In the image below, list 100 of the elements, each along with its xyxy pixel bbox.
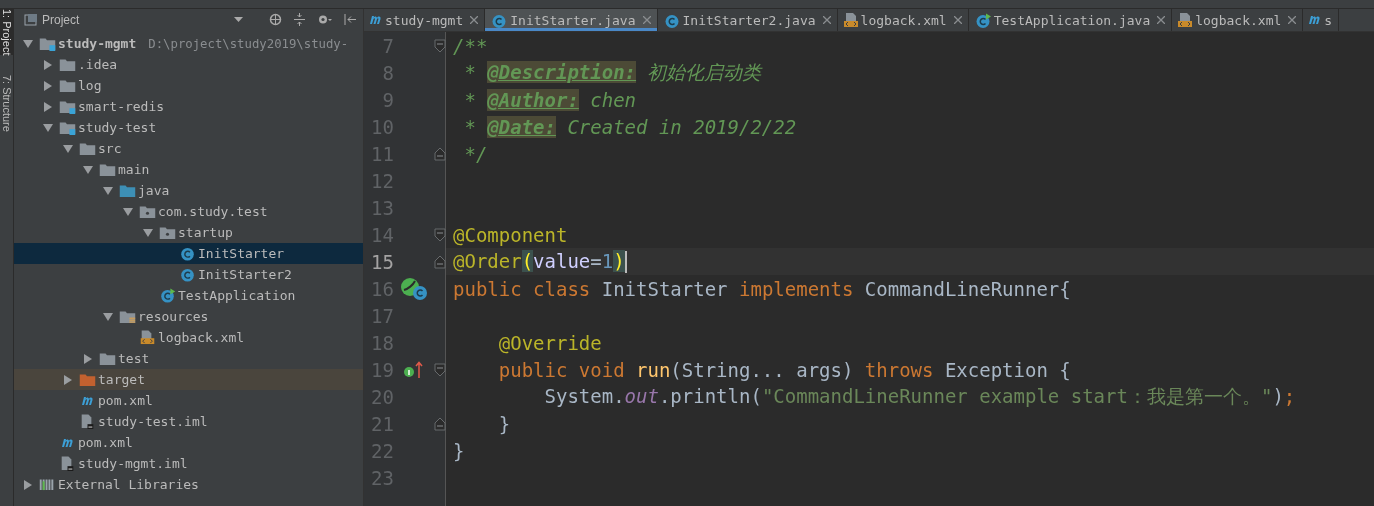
tree-item[interactable]: study-mgmt D:\project\study2019\study- <box>14 33 363 54</box>
tree-item[interactable]: test <box>14 348 363 369</box>
tree-item-label: test <box>118 351 150 366</box>
collapse-icon[interactable] <box>293 13 306 26</box>
editor-tab[interactable]: InitStarter.java <box>485 9 658 31</box>
tree-item[interactable]: startup <box>14 222 363 243</box>
editor-tab[interactable]: s <box>1303 9 1340 31</box>
editor-tab[interactable]: InitStarter2.java <box>657 9 838 31</box>
tree-item-label: TestApplication <box>178 288 296 303</box>
tree-item-label: study-test <box>78 120 157 135</box>
tree-item-label: main <box>118 162 150 177</box>
tree-item-label: java <box>138 183 170 198</box>
package-icon <box>158 225 176 240</box>
implements-marker-icon[interactable] <box>404 361 424 378</box>
class-icon <box>663 12 680 28</box>
folder-icon <box>78 141 96 156</box>
tree-item-label: com.study.test <box>158 204 268 219</box>
fold-icon[interactable] <box>434 227 446 242</box>
expanded-arrow-icon[interactable] <box>23 38 33 49</box>
close-icon[interactable] <box>470 16 479 24</box>
boot-class-icon <box>974 12 991 28</box>
source-folder-icon <box>118 183 136 198</box>
collapsed-arrow-icon[interactable] <box>43 101 53 112</box>
libraries-icon <box>38 477 56 492</box>
close-icon[interactable] <box>822 16 831 24</box>
collapsed-arrow-icon[interactable] <box>83 353 93 364</box>
close-icon[interactable] <box>1157 16 1166 24</box>
code-line: public class InitStarter implements CommandLineRunner{ <box>453 277 1071 300</box>
tool-window-tab[interactable]: 1: Project <box>0 9 13 56</box>
collapsed-arrow-icon[interactable] <box>63 374 73 385</box>
folder-icon <box>58 57 76 72</box>
tree-item[interactable]: pom.xml <box>14 390 363 411</box>
line-number: 15 <box>370 250 394 273</box>
folder-icon <box>98 162 116 177</box>
tree-item[interactable]: main <box>14 159 363 180</box>
hide-panel-icon[interactable] <box>344 13 356 26</box>
editor-tab[interactable]: logback.xml <box>1172 9 1304 31</box>
close-icon[interactable] <box>642 16 651 24</box>
expanded-arrow-icon[interactable] <box>63 143 73 154</box>
code-line: System.out.println("CommandLineRunner example start：我是第一个。"); <box>543 383 1296 409</box>
tree-item[interactable]: pom.xml <box>14 432 363 453</box>
tree-item[interactable]: com.study.test <box>14 201 363 222</box>
expanded-arrow-icon[interactable] <box>83 164 93 175</box>
tree-item[interactable]: log <box>14 75 363 96</box>
fold-icon[interactable] <box>434 146 446 161</box>
code-line: @Order(value=1) <box>453 249 627 274</box>
folder-icon <box>58 78 76 93</box>
close-icon[interactable] <box>1288 16 1297 24</box>
maven-icon <box>80 395 94 406</box>
tree-item[interactable]: InitStarter <box>14 243 363 264</box>
collapsed-arrow-icon[interactable] <box>43 80 53 91</box>
caret-icon[interactable] <box>234 17 243 22</box>
expanded-arrow-icon[interactable] <box>143 227 153 238</box>
tree-item[interactable]: TestApplication <box>14 285 363 306</box>
tree-item-label: log <box>78 78 102 93</box>
tree-item[interactable]: java <box>14 180 363 201</box>
code-line: /** <box>453 34 488 57</box>
maven-icon <box>1309 15 1322 25</box>
crosshair-icon[interactable] <box>269 13 282 26</box>
tree-item[interactable]: InitStarter2 <box>14 264 363 285</box>
fold-icon[interactable] <box>434 254 446 269</box>
expanded-arrow-icon[interactable] <box>103 311 113 322</box>
tree-item[interactable]: src <box>14 138 363 159</box>
editor-tab[interactable]: TestApplication.java <box>968 9 1173 31</box>
fold-icon[interactable] <box>434 416 446 431</box>
editor-tab[interactable]: logback.xml <box>837 9 969 31</box>
code-line: } <box>497 412 511 435</box>
tree-item[interactable]: .idea <box>14 54 363 75</box>
tree-item-label: pom.xml <box>98 393 153 408</box>
tool-window-tab[interactable]: 7: Structure <box>0 75 13 133</box>
tree-item[interactable]: study-test <box>14 117 363 138</box>
bean-class-icon[interactable] <box>400 276 428 301</box>
tree-item[interactable]: target <box>14 369 363 390</box>
expanded-arrow-icon[interactable] <box>43 122 53 133</box>
tree-item[interactable]: study-test.iml <box>14 411 363 432</box>
code-line: * @Author: chen <box>463 88 637 111</box>
tree-item[interactable]: External Libraries <box>14 474 363 495</box>
tree-item-label: startup <box>178 225 233 240</box>
collapsed-arrow-icon[interactable] <box>23 479 33 490</box>
tree-item[interactable]: smart-redis <box>14 96 363 117</box>
code-line: @Override <box>497 331 602 354</box>
collapsed-arrow-icon[interactable] <box>43 59 53 70</box>
code-line: public void run(String... args) throws Exception { <box>497 358 1071 381</box>
tree-item-label: pom.xml <box>78 435 133 450</box>
fold-icon[interactable] <box>434 362 446 377</box>
tree-item-label: InitStarter2 <box>198 267 292 282</box>
fold-icon[interactable] <box>434 38 446 53</box>
settings-icon[interactable] <box>317 13 333 26</box>
panel-title: Project <box>42 12 80 27</box>
tree-item[interactable]: logback.xml <box>14 327 363 348</box>
expanded-arrow-icon[interactable] <box>123 206 133 217</box>
tree-item[interactable]: study-mgmt.iml <box>14 453 363 474</box>
close-icon[interactable] <box>953 16 962 24</box>
code-line: */ <box>463 142 488 165</box>
module-icon <box>58 99 76 114</box>
tree-item[interactable]: resources <box>14 306 363 327</box>
expanded-arrow-icon[interactable] <box>103 185 113 196</box>
tree-item-label: logback.xml <box>158 330 245 345</box>
class-icon <box>178 267 196 282</box>
tree-item-label: InitStarter <box>198 246 285 261</box>
